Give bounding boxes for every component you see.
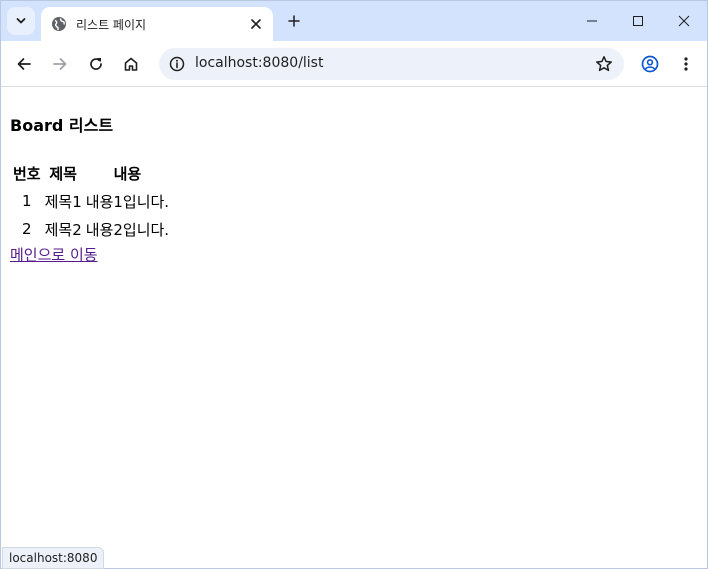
new-tab-button[interactable] — [281, 9, 307, 33]
close-window-button[interactable] — [661, 1, 707, 41]
more-vertical-icon — [684, 57, 688, 71]
home-icon — [124, 57, 138, 71]
tab-strip: 리스트 페이지 — [1, 1, 707, 41]
tab-title: 리스트 페이지 — [76, 17, 147, 32]
globe-icon — [51, 16, 67, 32]
reload-button[interactable] — [82, 50, 110, 78]
close-icon — [251, 19, 261, 29]
status-bubble: localhost:8080 — [2, 547, 105, 569]
cell-content: 내용1입니다. — [85, 192, 170, 211]
arrow-left-icon — [17, 58, 31, 70]
cell-content: 내용2입니다. — [85, 220, 170, 239]
site-info-icon[interactable] — [165, 52, 189, 76]
back-button[interactable] — [10, 50, 38, 78]
browser-toolbar: localhost:8080/list — [1, 41, 707, 87]
table-row: 2 제목2 내용2입니다. — [12, 216, 170, 242]
browser-window: 리스트 페이지 localhost:8080/list Board 리스트 번호… — [0, 0, 708, 569]
column-header-content: 내용 — [113, 164, 142, 183]
chevron-down-icon — [16, 18, 26, 24]
arrow-right-icon — [53, 58, 67, 70]
cell-title: 제목1 — [44, 192, 82, 211]
profile-icon — [641, 55, 659, 73]
close-icon — [678, 15, 690, 27]
address-url[interactable]: localhost:8080/list — [195, 55, 323, 71]
cell-title: 제목2 — [44, 220, 82, 239]
profile-button[interactable] — [636, 50, 664, 78]
plus-icon — [288, 15, 300, 27]
minimize-button[interactable] — [569, 1, 615, 41]
table-row: 1 제목1 내용1입니다. — [12, 188, 170, 214]
column-header-title: 제목 — [49, 164, 77, 183]
reload-icon — [90, 58, 102, 70]
cell-number: 1 — [22, 192, 32, 210]
tab-close-button[interactable] — [246, 14, 266, 34]
menu-button[interactable] — [672, 50, 700, 78]
page-content: Board 리스트 번호 제목 내용 1 제목1 내용1입니다. 2 제목2 내… — [1, 88, 707, 568]
maximize-button[interactable] — [615, 1, 661, 41]
column-header-number: 번호 — [13, 164, 41, 183]
forward-button[interactable] — [46, 50, 74, 78]
page-title: Board 리스트 — [10, 116, 114, 135]
board-table: 번호 제목 내용 1 제목1 내용1입니다. 2 제목2 내용2입니다. — [10, 158, 172, 244]
active-tab[interactable]: 리스트 페이지 — [41, 7, 273, 41]
go-to-main-link[interactable]: 메인으로 이동 — [10, 244, 98, 265]
minimize-icon — [587, 20, 597, 22]
bookmark-star-icon[interactable] — [592, 52, 616, 76]
table-header-row: 번호 제목 내용 — [12, 160, 170, 186]
address-bar[interactable]: localhost:8080/list — [159, 48, 624, 80]
home-button[interactable] — [117, 50, 145, 78]
tab-search-button[interactable] — [7, 7, 35, 35]
maximize-icon — [633, 16, 643, 26]
cell-number: 2 — [22, 220, 32, 238]
